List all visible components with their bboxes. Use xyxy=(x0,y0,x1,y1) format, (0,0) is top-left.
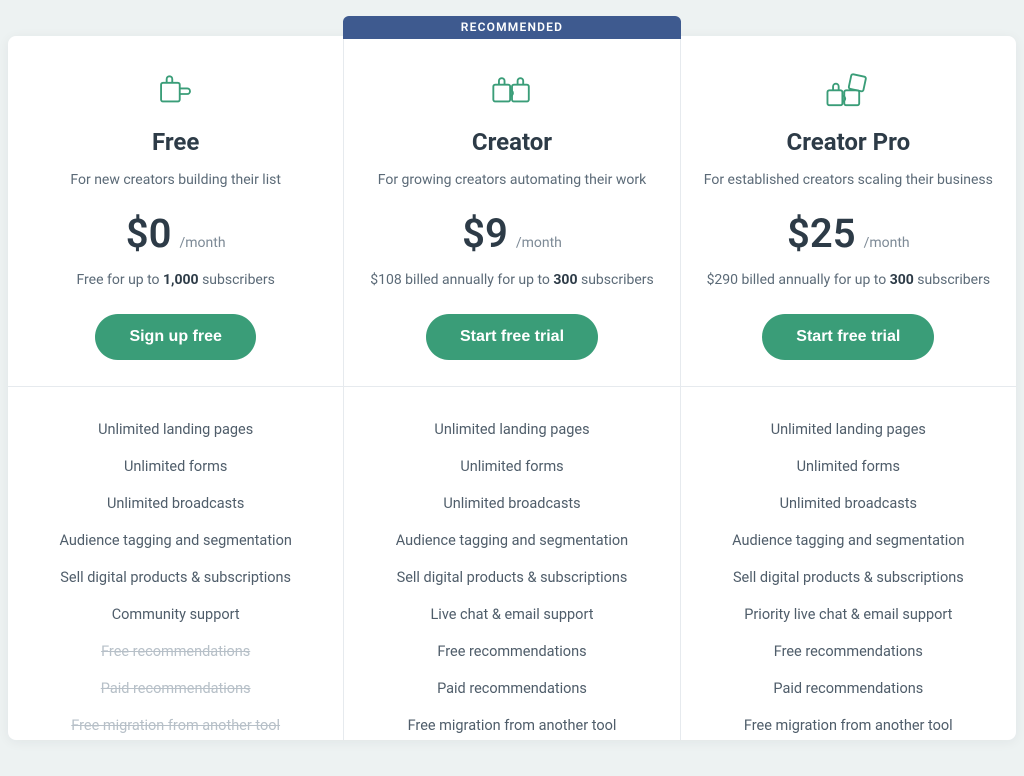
feature-item: Sell digital products & subscriptions xyxy=(364,559,659,596)
recommended-badge: RECOMMENDED xyxy=(343,16,680,39)
feature-item: Unlimited landing pages xyxy=(28,411,323,448)
plan-head: Creator For growing creators automating … xyxy=(344,70,679,387)
price-row: $9 /month xyxy=(364,214,659,254)
plan-creator: RECOMMENDED Creator For growing creators… xyxy=(344,36,680,740)
plan-name: Creator xyxy=(364,128,659,156)
price-period: /month xyxy=(179,235,225,251)
puzzle-icon xyxy=(28,70,323,118)
price-row: $25 /month xyxy=(701,214,996,254)
feature-item: Free recommendations xyxy=(364,633,659,670)
plan-name: Creator Pro xyxy=(701,128,996,156)
feature-item: Free recommendations xyxy=(701,633,996,670)
plan-tagline: For new creators building their list xyxy=(28,172,323,188)
price-amount: $9 xyxy=(462,214,508,254)
feature-item: Sell digital products & subscriptions xyxy=(701,559,996,596)
plan-free: Free For new creators building their lis… xyxy=(8,36,344,740)
feature-list: Unlimited landing pages Unlimited forms … xyxy=(8,387,343,744)
billing-note: $108 billed annually for up to 300 subsc… xyxy=(364,272,659,288)
feature-item-excluded: Paid recommendations xyxy=(28,670,323,707)
start-free-trial-button[interactable]: Start free trial xyxy=(426,314,598,360)
feature-item: Sell digital products & subscriptions xyxy=(28,559,323,596)
feature-item: Priority live chat & email support xyxy=(701,596,996,633)
feature-item: Unlimited broadcasts xyxy=(364,485,659,522)
plan-head: Free For new creators building their lis… xyxy=(8,70,343,387)
feature-item: Audience tagging and segmentation xyxy=(701,522,996,559)
feature-item-excluded: Free recommendations xyxy=(28,633,323,670)
feature-item: Unlimited forms xyxy=(28,448,323,485)
price-amount: $0 xyxy=(126,214,172,254)
feature-item: Unlimited landing pages xyxy=(364,411,659,448)
feature-item: Audience tagging and segmentation xyxy=(364,522,659,559)
plan-head: Creator Pro For established creators sca… xyxy=(681,70,1016,387)
feature-item: Paid recommendations xyxy=(364,670,659,707)
feature-item: Free migration from another tool xyxy=(364,707,659,744)
feature-list: Unlimited landing pages Unlimited forms … xyxy=(344,387,679,744)
feature-item: Unlimited forms xyxy=(701,448,996,485)
feature-item-excluded: Free migration from another tool xyxy=(28,707,323,744)
plan-tagline: For established creators scaling their b… xyxy=(701,172,996,188)
feature-item: Unlimited broadcasts xyxy=(701,485,996,522)
feature-list: Unlimited landing pages Unlimited forms … xyxy=(681,387,1016,744)
feature-item: Free migration from another tool xyxy=(701,707,996,744)
price-amount: $25 xyxy=(787,214,856,254)
feature-item: Unlimited forms xyxy=(364,448,659,485)
signup-free-button[interactable]: Sign up free xyxy=(95,314,255,360)
pricing-table: Free For new creators building their lis… xyxy=(8,36,1016,740)
feature-item: Community support xyxy=(28,596,323,633)
price-period: /month xyxy=(516,235,562,251)
plan-name: Free xyxy=(28,128,323,156)
start-free-trial-button[interactable]: Start free trial xyxy=(762,314,934,360)
feature-item: Live chat & email support xyxy=(364,596,659,633)
feature-item: Audience tagging and segmentation xyxy=(28,522,323,559)
billing-note: $290 billed annually for up to 300 subsc… xyxy=(701,272,996,288)
feature-item: Unlimited landing pages xyxy=(701,411,996,448)
puzzle-icon xyxy=(364,70,659,118)
price-row: $0 /month xyxy=(28,214,323,254)
puzzle-icon xyxy=(701,70,996,118)
billing-note: Free for up to 1,000 subscribers xyxy=(28,272,323,288)
plan-tagline: For growing creators automating their wo… xyxy=(364,172,659,188)
price-period: /month xyxy=(864,235,910,251)
feature-item: Paid recommendations xyxy=(701,670,996,707)
feature-item: Unlimited broadcasts xyxy=(28,485,323,522)
plan-creator-pro: Creator Pro For established creators sca… xyxy=(681,36,1016,740)
